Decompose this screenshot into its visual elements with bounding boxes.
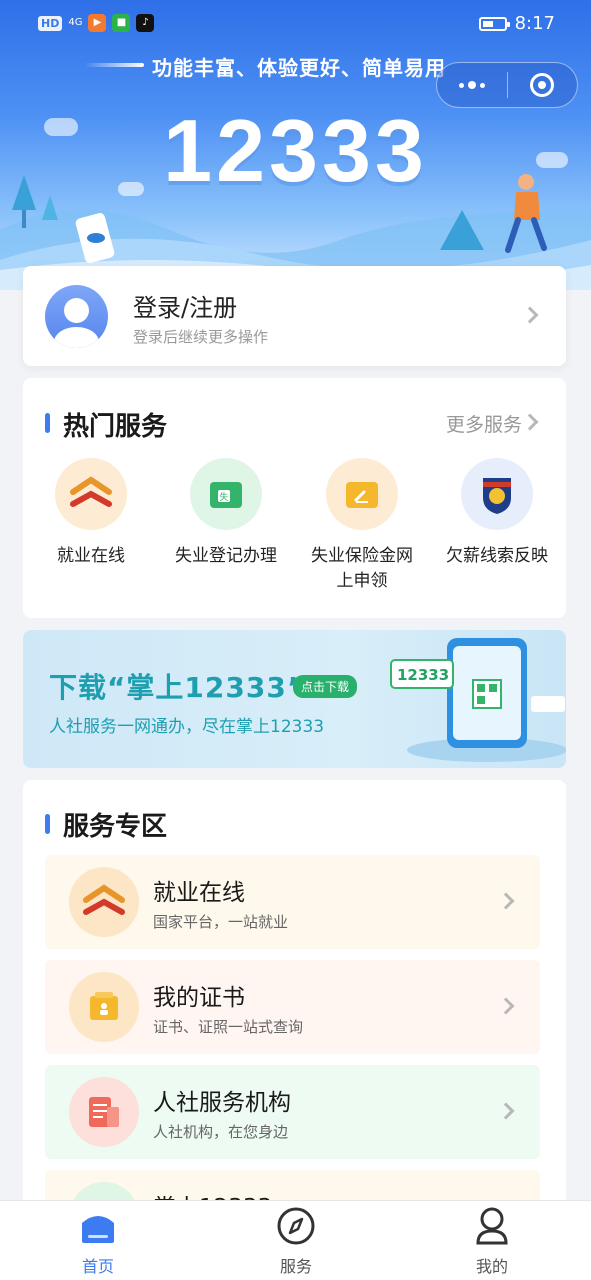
download-app-banner[interactable]: 下载“掌上12333” 点击下载 人社服务一网通办，尽在掌上12333 1233… xyxy=(23,630,566,768)
zone-item-institutions[interactable]: 人社服务机构 人社机构，在您身边 xyxy=(45,1065,540,1159)
insurance-icon xyxy=(326,458,398,530)
certificate-icon xyxy=(69,972,139,1042)
service-unemployment-registration[interactable]: 失 失业登记办理 xyxy=(161,458,291,569)
video-app-icon: ▶ xyxy=(88,14,107,32)
avatar xyxy=(45,285,108,348)
user-icon xyxy=(476,1207,508,1245)
document-icon xyxy=(69,1077,139,1147)
tab-services[interactable]: 服务 xyxy=(236,1207,356,1277)
section-marker xyxy=(45,814,50,834)
status-bar: HD 4G ▶ ■ ♪ 8:17 xyxy=(0,0,591,50)
mini-program-capsule xyxy=(436,62,578,108)
battery-level xyxy=(482,20,493,27)
login-subtitle: 登录后继续更多操作 xyxy=(133,328,269,346)
more-services-link[interactable]: 更多服务 xyxy=(446,410,522,437)
close-button[interactable] xyxy=(508,63,578,107)
tab-home[interactable]: 首页 xyxy=(38,1207,158,1277)
service-label: 失业登记办理 xyxy=(175,546,277,566)
tab-mine[interactable]: 我的 xyxy=(432,1207,552,1277)
zone-item-employment[interactable]: 就业在线 国家平台，一站就业 xyxy=(45,855,540,949)
registration-icon: 失 xyxy=(190,458,262,530)
zone-item-subtitle: 国家平台，一站就业 xyxy=(153,913,289,931)
chevron-right-icon xyxy=(497,997,515,1015)
phone-hotline-text: 12333 xyxy=(397,666,450,684)
chat-app-icon: ■ xyxy=(112,14,131,32)
section-marker xyxy=(45,413,50,433)
music-app-icon: ♪ xyxy=(136,14,155,32)
zone-item-title: 就业在线 xyxy=(153,880,245,906)
network-badge: HD xyxy=(38,15,63,31)
service-employment[interactable]: 就业在线 xyxy=(26,458,156,569)
more-dots-icon xyxy=(458,81,485,89)
employment-icon xyxy=(69,867,139,937)
chevron-right-icon xyxy=(497,892,515,910)
banner-title: 下载“掌上12333” xyxy=(49,671,307,704)
hot-services-card: 热门服务 更多服务 就业在线 失 失业登记办理 失业保险金网 上申领 欠薪线索反… xyxy=(23,378,566,618)
tab-label: 服务 xyxy=(279,1257,312,1276)
login-card[interactable]: 登录/注册 登录后继续更多操作 xyxy=(23,266,566,366)
login-title: 登录/注册 xyxy=(133,294,238,322)
service-wage-report[interactable]: 欠薪线索反映 xyxy=(432,458,562,569)
zone-item-title: 我的证书 xyxy=(153,985,245,1011)
service-label: 就业在线 xyxy=(57,546,125,566)
battery-icon xyxy=(478,16,510,31)
chevron-right-icon xyxy=(497,1102,515,1120)
download-tag[interactable]: 点击下载 xyxy=(293,675,358,698)
slogan-line xyxy=(84,63,144,67)
section-title: 服务专区 xyxy=(63,812,168,842)
more-button[interactable] xyxy=(437,63,507,107)
section-title: 热门服务 xyxy=(63,412,168,442)
service-label: 欠薪线索反映 xyxy=(446,546,548,566)
clock: 8:17 xyxy=(514,13,555,34)
chevron-right-icon xyxy=(521,306,539,324)
bottom-tab-bar: 首页 服务 我的 xyxy=(0,1200,591,1280)
zone-item-subtitle: 人社机构，在您身边 xyxy=(153,1123,289,1141)
tab-label: 首页 xyxy=(81,1257,114,1276)
zone-item-title: 人社服务机构 xyxy=(153,1090,291,1116)
slogan: 功能丰富、体验更好、简单易用 xyxy=(152,56,446,80)
compass-icon xyxy=(277,1207,315,1245)
target-icon xyxy=(530,73,555,97)
svg-text:失: 失 xyxy=(219,491,228,503)
zone-item-subtitle: 证书、证照一站式查询 xyxy=(153,1018,304,1036)
badge-icon xyxy=(461,458,533,530)
banner-subtitle: 人社服务一网通办，尽在掌上12333 xyxy=(49,717,325,737)
signal-icon: 4G xyxy=(68,17,83,28)
service-insurance-claim[interactable]: 失业保险金网 上申领 xyxy=(297,458,427,594)
employment-icon xyxy=(55,458,127,530)
zone-item-certificates[interactable]: 我的证书 证书、证照一站式查询 xyxy=(45,960,540,1054)
phone-illustration xyxy=(390,638,566,762)
chevron-right-icon xyxy=(521,413,539,431)
home-icon xyxy=(82,1216,114,1243)
tab-label: 我的 xyxy=(475,1257,508,1276)
service-label: 失业保险金网 上申领 xyxy=(311,546,413,591)
